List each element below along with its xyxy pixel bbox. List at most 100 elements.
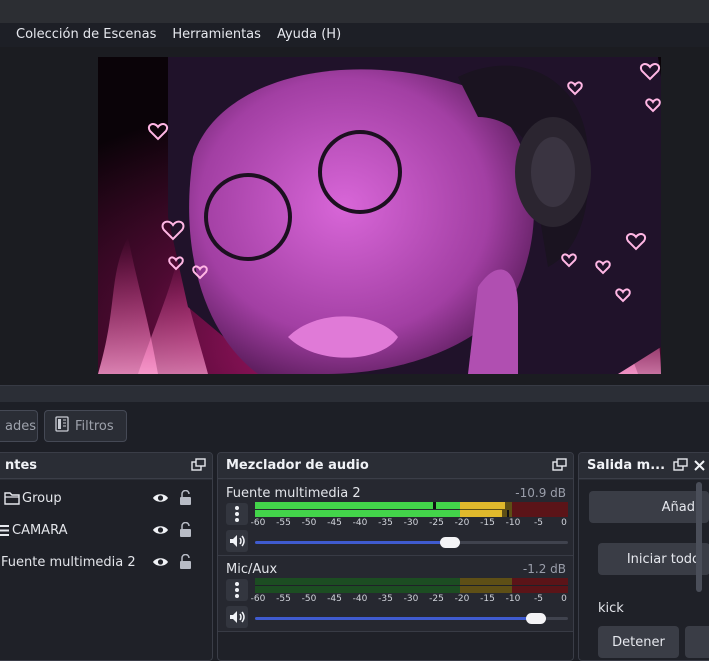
filter-icon bbox=[55, 416, 69, 436]
output-target-label: kick bbox=[598, 601, 624, 616]
source-item-group[interactable]: Group bbox=[0, 483, 212, 515]
meter-tick-label: -25 bbox=[429, 594, 444, 604]
source-label: CAMARA bbox=[12, 523, 68, 538]
menu-tools[interactable]: Herramientas bbox=[164, 23, 269, 47]
lock-icon[interactable] bbox=[179, 521, 192, 542]
properties-label: ades bbox=[5, 418, 36, 434]
add-output-label: Añad bbox=[661, 499, 695, 515]
channel-menu-button[interactable] bbox=[226, 579, 248, 601]
source-label: Group bbox=[22, 491, 62, 506]
mute-button[interactable] bbox=[226, 606, 248, 628]
output-body: Añad Iniciar todo kick Detener bbox=[579, 480, 709, 660]
start-all-label: Iniciar todo bbox=[626, 551, 700, 567]
source-item-camara[interactable]: CAMARA bbox=[0, 515, 212, 547]
start-all-button[interactable]: Iniciar todo bbox=[598, 543, 709, 575]
visibility-eye-icon[interactable] bbox=[152, 524, 169, 540]
visibility-eye-icon[interactable] bbox=[152, 556, 169, 572]
meter-tick-label: -60 bbox=[250, 594, 266, 604]
add-output-button[interactable]: Añad bbox=[589, 491, 709, 523]
mixer-channels: Fuente multimedia 2 -10.9 dB -60 -55 -50… bbox=[218, 480, 573, 660]
meter-tick-label: -55 bbox=[276, 518, 291, 528]
sources-list[interactable]: Group CAMARA Fuente multimedia 2 bbox=[0, 480, 212, 660]
speaker-icon bbox=[230, 535, 245, 547]
sources-dock-header: ntes bbox=[0, 453, 212, 479]
meter-ticks: -60 -55 -50 -45 -40 -35 -30 -25 -20 -15 -10 -5 0 bbox=[251, 594, 568, 606]
channel-name: Mic/Aux bbox=[226, 562, 278, 577]
source-item-media[interactable]: Fuente multimedia 2 bbox=[0, 547, 212, 579]
list-icon bbox=[0, 525, 9, 540]
meter-tick-label: 0 bbox=[561, 518, 567, 528]
meter-tick-label: -5 bbox=[534, 594, 543, 604]
meter-tick-label: -25 bbox=[429, 518, 444, 528]
audio-mixer-title: Mezclador de audio bbox=[226, 458, 369, 473]
meter-tick-label: -35 bbox=[378, 594, 393, 604]
stop-output-button[interactable]: Detener bbox=[598, 626, 679, 658]
volume-slider-knob[interactable] bbox=[526, 613, 546, 624]
meter-tick-label: -50 bbox=[301, 594, 317, 604]
meter-tick-label: -50 bbox=[301, 518, 317, 528]
mute-button[interactable] bbox=[226, 530, 248, 552]
speaker-icon bbox=[230, 611, 245, 623]
meter-tick-label: -15 bbox=[480, 518, 495, 528]
output-scrollbar[interactable] bbox=[696, 482, 702, 592]
undock-icon[interactable] bbox=[673, 456, 688, 475]
audio-mixer-header: Mezclador de audio bbox=[218, 453, 573, 479]
stop-output-label: Detener bbox=[612, 634, 665, 650]
mixer-channel: Fuente multimedia 2 -10.9 dB -60 -55 -50… bbox=[218, 480, 573, 556]
output-dock-header: Salida m... bbox=[579, 453, 709, 479]
lock-icon[interactable] bbox=[179, 489, 192, 510]
panel-splitter[interactable] bbox=[0, 385, 709, 402]
meter-tick-label: -15 bbox=[480, 594, 495, 604]
meter-tick-label: -40 bbox=[352, 594, 368, 604]
sources-dock-title: ntes bbox=[5, 458, 38, 473]
meter-tick-label: -40 bbox=[352, 518, 368, 528]
preview-area[interactable] bbox=[0, 47, 709, 385]
undock-icon[interactable] bbox=[191, 456, 206, 475]
properties-button[interactable]: ades bbox=[0, 410, 38, 442]
meter-tick-label: -55 bbox=[276, 594, 291, 604]
volume-slider-filled[interactable] bbox=[255, 541, 451, 544]
close-icon[interactable] bbox=[694, 456, 705, 475]
channel-db: -1.2 dB bbox=[522, 562, 566, 576]
folder-icon bbox=[4, 491, 20, 509]
meter-tick-label: -30 bbox=[403, 594, 419, 604]
menu-scene-collection[interactable]: Colección de Escenas bbox=[8, 23, 164, 47]
output-dock: Salida m... Añad Iniciar todo kick Deten… bbox=[578, 452, 709, 661]
output-dock-title: Salida m... bbox=[587, 458, 666, 473]
meter-tick-label: 0 bbox=[561, 594, 567, 604]
source-controls-bar: ades Filtros bbox=[0, 402, 709, 448]
window-titlebar bbox=[0, 0, 709, 23]
more-vertical-icon bbox=[235, 582, 239, 598]
menu-bar: Colección de Escenas Herramientas Ayuda … bbox=[0, 23, 709, 47]
meter-ticks: -60 -55 -50 -45 -40 -35 -30 -25 -20 -15 -10 -5 0 bbox=[251, 518, 568, 530]
meter-tick-label: -5 bbox=[534, 518, 543, 528]
output-extra-button[interactable] bbox=[685, 626, 709, 658]
meter-tick-label: -45 bbox=[327, 594, 342, 604]
sources-dock: ntes Group CAMARA Fuente multimedia 2 bbox=[0, 452, 213, 661]
volume-slider-filled[interactable] bbox=[255, 617, 538, 620]
scene-video-frame bbox=[98, 57, 661, 374]
filters-label: Filtros bbox=[75, 418, 114, 434]
meter-tick-label: -30 bbox=[403, 518, 419, 528]
mixer-channel: Mic/Aux -1.2 dB -60 -55 -50 -45 -40 -35 -30 -25… bbox=[218, 556, 573, 632]
undock-icon[interactable] bbox=[552, 456, 567, 475]
channel-menu-button[interactable] bbox=[226, 503, 248, 525]
preview-canvas[interactable] bbox=[98, 57, 661, 374]
meter-tick-label: -10 bbox=[505, 594, 521, 604]
volume-slider-rest[interactable] bbox=[451, 541, 568, 544]
volume-slider-knob[interactable] bbox=[440, 537, 460, 548]
menu-help[interactable]: Ayuda (H) bbox=[269, 23, 349, 47]
meter-tick-label: -20 bbox=[454, 518, 470, 528]
meter-tick-label: -10 bbox=[505, 518, 521, 528]
filters-button[interactable]: Filtros bbox=[44, 410, 127, 442]
meter-tick-label: -45 bbox=[327, 518, 342, 528]
lock-icon[interactable] bbox=[179, 553, 192, 574]
visibility-eye-icon[interactable] bbox=[152, 492, 169, 508]
channel-name: Fuente multimedia 2 bbox=[226, 486, 361, 501]
meter-tick-label: -60 bbox=[250, 518, 266, 528]
audio-mixer-dock: Mezclador de audio Fuente multimedia 2 -… bbox=[217, 452, 574, 661]
meter-tick-label: -35 bbox=[378, 518, 393, 528]
channel-db: -10.9 dB bbox=[515, 486, 566, 500]
more-vertical-icon bbox=[235, 506, 239, 522]
meter-tick-label: -20 bbox=[454, 594, 470, 604]
